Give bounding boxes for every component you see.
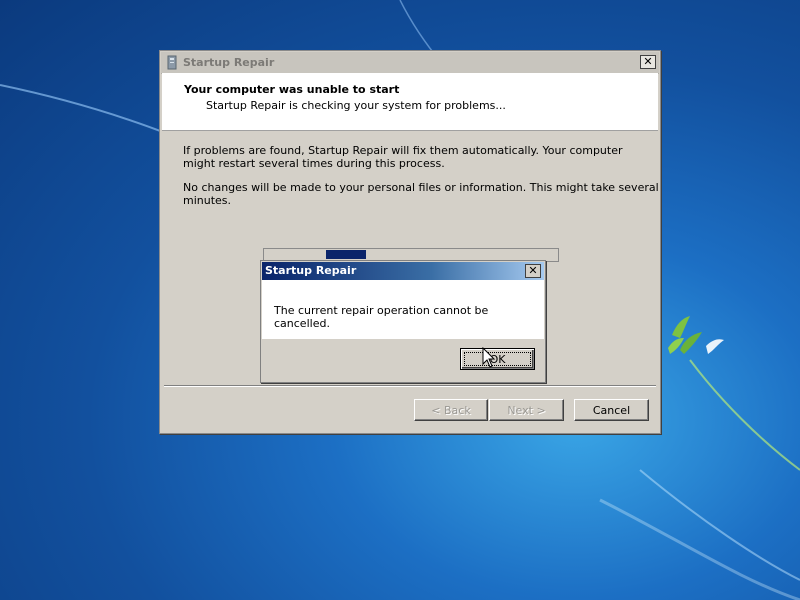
main-title-bar[interactable]: Startup Repair ✕ (161, 52, 659, 74)
dialog-message: The current repair operation cannot be c… (274, 304, 489, 330)
main-close-button[interactable]: ✕ (640, 55, 656, 69)
dialog-title-bar[interactable]: Startup Repair ✕ (262, 262, 544, 280)
startup-repair-icon (167, 55, 177, 70)
ok-button[interactable]: OK (460, 348, 535, 370)
bird-logo-icon (668, 316, 724, 354)
dialog-message-panel: The current repair operation cannot be c… (262, 280, 544, 339)
cancel-warning-dialog: Startup Repair ✕ The current repair oper… (260, 260, 546, 383)
info-text-files: No changes will be made to your personal… (183, 181, 659, 207)
header-title: Your computer was unable to start (184, 83, 400, 96)
back-button[interactable]: < Back (414, 399, 488, 421)
close-icon: ✕ (528, 264, 538, 277)
desktop-background: Startup Repair ✕ Your computer was unabl… (0, 0, 800, 600)
main-window-title: Startup Repair (183, 56, 275, 69)
progress-marquee-block (326, 250, 366, 259)
next-button[interactable]: Next > (489, 399, 564, 421)
cancel-button[interactable]: Cancel (574, 399, 649, 421)
arrow-cursor-icon (482, 347, 496, 368)
dialog-close-button[interactable]: ✕ (525, 264, 541, 278)
header-subtitle: Startup Repair is checking your system f… (206, 99, 506, 112)
info-text-restart: If problems are found, Startup Repair wi… (183, 144, 623, 170)
close-icon: ✕ (643, 55, 653, 68)
dialog-title: Startup Repair (265, 264, 357, 277)
focus-rectangle (464, 352, 531, 366)
header-panel: Your computer was unable to start Startu… (162, 73, 658, 131)
button-separator (164, 385, 656, 387)
